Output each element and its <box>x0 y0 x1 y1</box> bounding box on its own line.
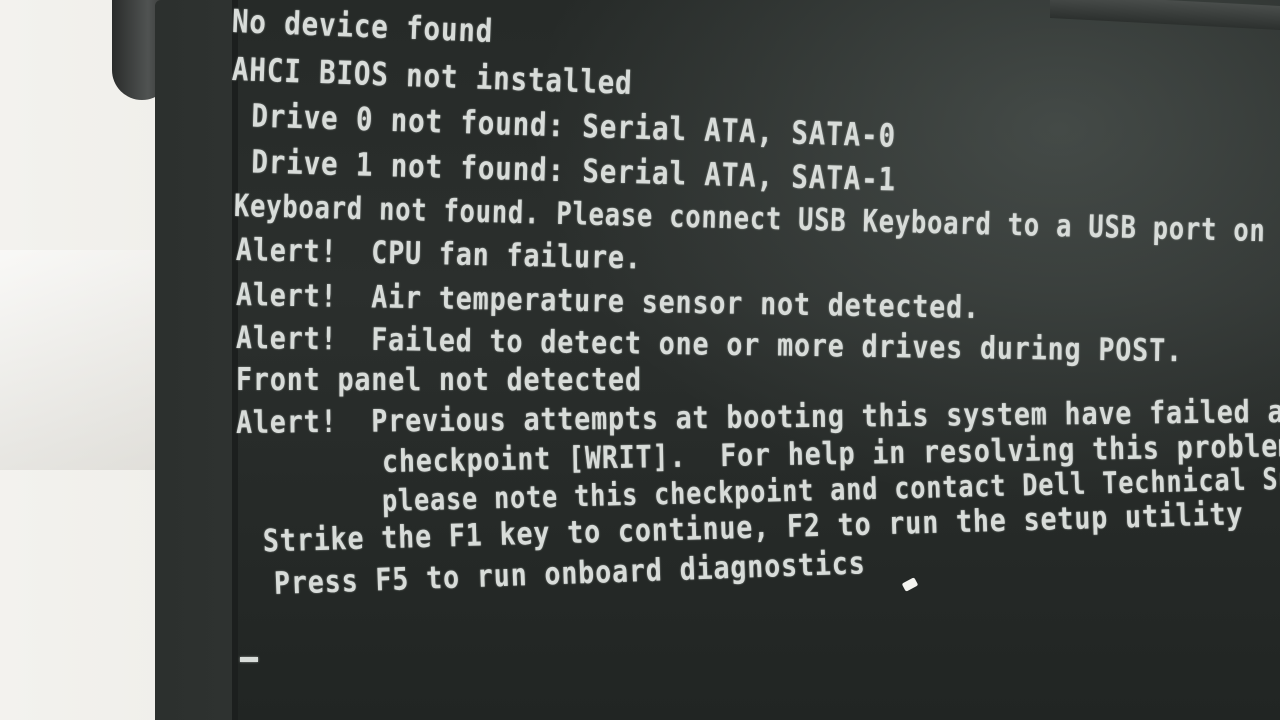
desk-paper <box>0 250 160 470</box>
text-cursor <box>240 657 258 662</box>
bios-line-front-panel: Front panel not detected <box>236 362 642 398</box>
photo-scene: No device found AHCI BIOS not installed … <box>0 0 1280 720</box>
